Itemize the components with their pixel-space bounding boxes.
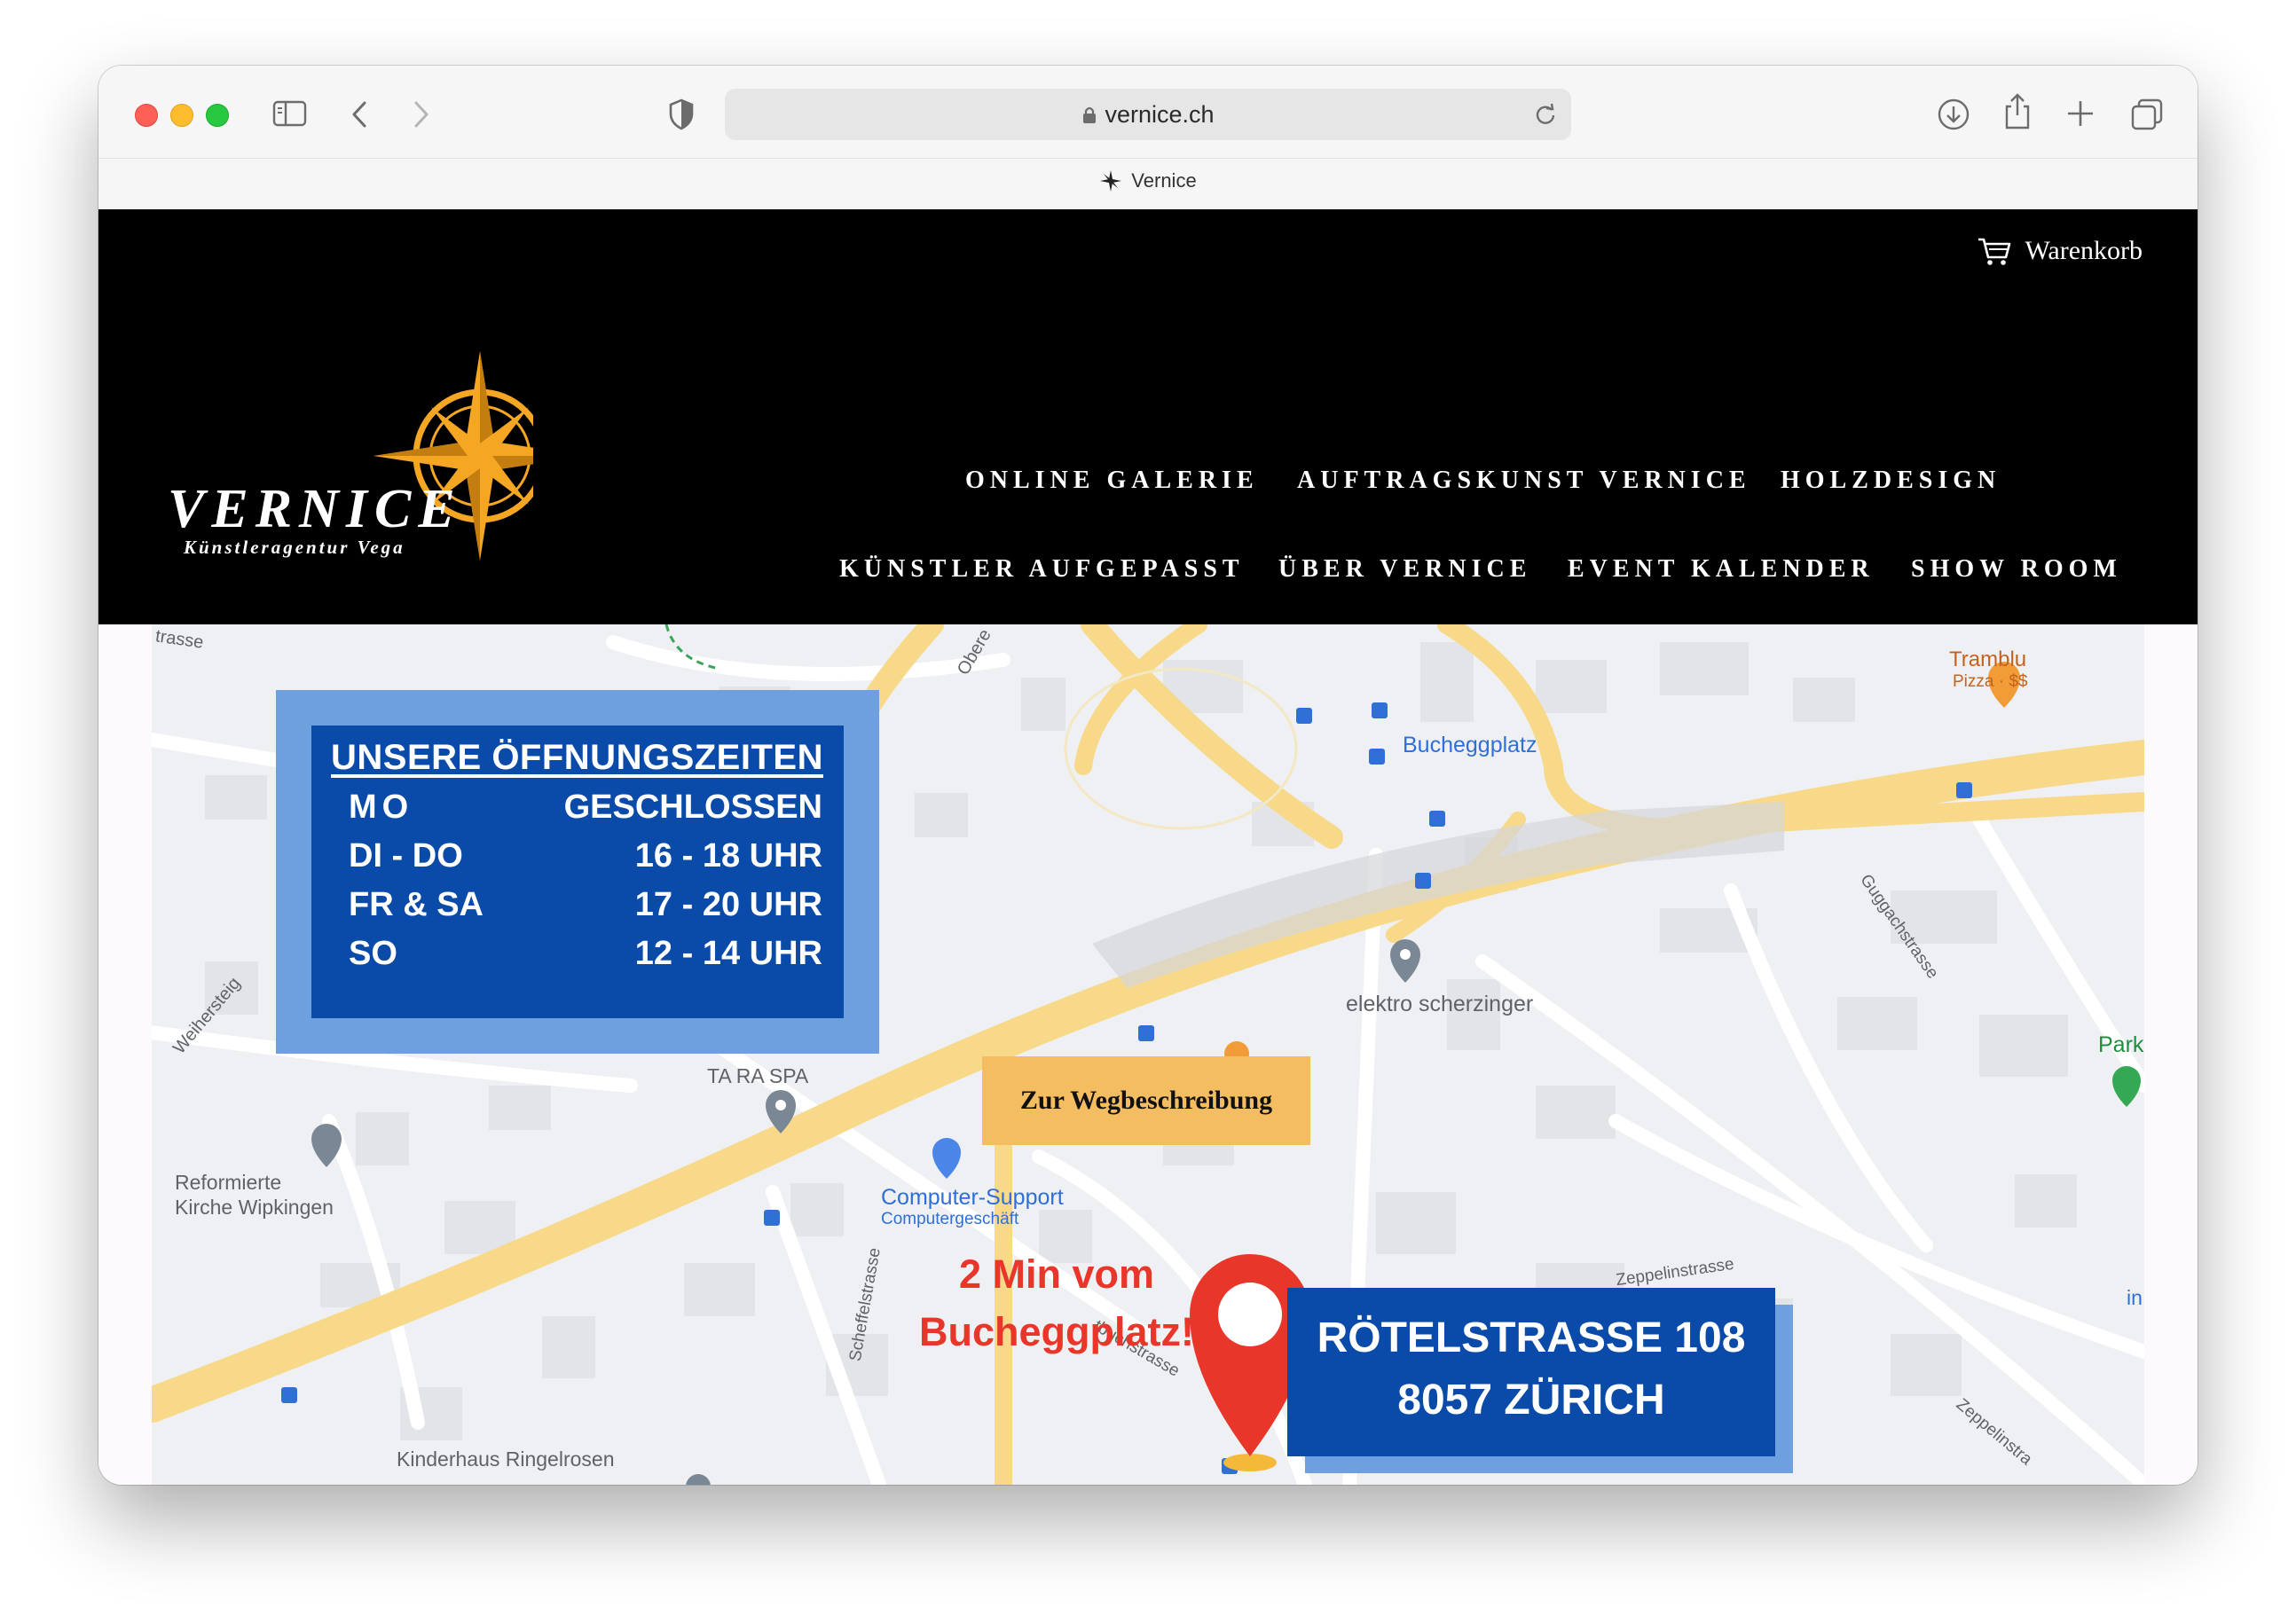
tab-overview-icon[interactable] — [2130, 98, 2164, 131]
cart-label: Warenkorb — [2025, 236, 2143, 265]
shopping-cart-icon — [1978, 238, 2011, 265]
zoom-window-button[interactable] — [206, 104, 229, 127]
nav-auftragskunst-vernice[interactable]: AUFTRAGSKUNST VERNICE — [1297, 467, 1751, 495]
hours-row: SO 12 - 14 UHR — [331, 935, 822, 973]
close-window-button[interactable] — [135, 104, 158, 127]
lock-icon — [1083, 106, 1097, 123]
page-content: trasse Obere Bucheggplatz Tramblu Pizza … — [98, 624, 2198, 1485]
site-favicon-icon — [1100, 170, 1122, 192]
hours-day: DI - DO — [349, 837, 463, 875]
hours-time: GESCHLOSSEN — [563, 788, 822, 826]
nav-ueber-vernice[interactable]: ÜBER VERNICE — [1278, 555, 1531, 584]
address-bar[interactable]: vernice.ch — [725, 89, 1571, 140]
site-header: Warenkorb VERNICE Künstleragentur Vega O… — [98, 209, 2198, 624]
nav-online-galerie[interactable]: ONLINE GALERIE — [965, 467, 1259, 495]
hours-day: FR & SA — [349, 886, 484, 923]
cart-link[interactable]: Warenkorb — [1977, 236, 2143, 266]
downloads-icon[interactable] — [1937, 98, 1970, 131]
hours-time: 17 - 20 UHR — [634, 886, 822, 923]
map-label-ta-ra-spa: TA RA SPA — [707, 1064, 809, 1087]
map-label-tramblu: Tramblu — [1949, 647, 2027, 671]
address-box: RÖTELSTRASSE 108 8057 ZÜRICH — [1287, 1288, 1775, 1456]
hours-time: 12 - 14 UHR — [634, 935, 822, 972]
address-url: vernice.ch — [725, 101, 1571, 129]
bucheggplatz-note: 2 Min vom Bucheggplatz! — [888, 1245, 1225, 1361]
opening-hours-panel: UNSERE ÖFFNUNGSZEITEN MO GESCHLOSSEN DI -… — [276, 690, 879, 1054]
nav-kuenstler-aufgepasst[interactable]: KÜNSTLER AUFGEPASST — [839, 555, 1245, 584]
map-label-computer-support: Computer-Support — [881, 1185, 1064, 1210]
address-city: 8057 ZÜRICH — [1397, 1377, 1665, 1424]
address-street: RÖTELSTRASSE 108 — [1317, 1314, 1746, 1361]
map-label-kirche-line2: Kirche Wipkingen — [175, 1196, 334, 1219]
forward-icon[interactable] — [411, 99, 432, 129]
map-label-kirche-line1: Reformierte — [175, 1171, 282, 1194]
logo-subtitle: Künstleragentur Vega — [183, 537, 405, 558]
map-label-bucheggplatz: Bucheggplatz — [1403, 733, 1537, 757]
hours-row: FR & SA 17 - 20 UHR — [331, 886, 822, 924]
new-tab-icon[interactable] — [2066, 99, 2095, 128]
back-icon[interactable] — [349, 99, 370, 129]
tab-title: Vernice — [1131, 169, 1197, 192]
opening-hours-title: UNSERE ÖFFNUNGSZEITEN — [331, 738, 823, 777]
hours-row: MO GESCHLOSSEN — [331, 788, 822, 827]
hours-time: 16 - 18 UHR — [634, 837, 822, 875]
note-line-1: 2 Min vom — [958, 1251, 1155, 1297]
url-text: vernice.ch — [1105, 101, 1215, 128]
sidebar-toggle-icon[interactable] — [272, 99, 308, 128]
hours-day: SO — [349, 935, 397, 972]
tab-active[interactable]: Vernice — [98, 169, 2198, 192]
map-label-park: Park — [2098, 1032, 2144, 1057]
note-line-2: Bucheggplatz! — [919, 1309, 1194, 1354]
browser-toolbar: vernice.ch Vernice — [98, 66, 2198, 209]
hours-row: DI - DO 16 - 18 UHR — [331, 837, 822, 875]
nav-holzdesign[interactable]: HOLZDESIGN — [1781, 467, 2001, 495]
hours-day: MO — [349, 788, 414, 826]
tab-bar: Vernice — [98, 158, 2198, 210]
map-label-kinderhaus-ringelrosen: Kinderhaus Ringelrosen — [397, 1447, 615, 1471]
browser-window: vernice.ch Vernice Warenkorb VERNICE Kün… — [98, 66, 2198, 1485]
map-label-pizza: Pizza · $$ — [1953, 672, 2028, 691]
logo-wordmark: VERNICE — [168, 479, 462, 539]
nav-show-room[interactable]: SHOW ROOM — [1911, 555, 2122, 584]
map-label-computergeschaeft: Computergeschäft — [881, 1210, 1019, 1228]
map-label-in: in — [2127, 1286, 2143, 1309]
location-map[interactable]: trasse Obere Bucheggplatz Tramblu Pizza … — [152, 624, 2144, 1485]
opening-hours-card: UNSERE ÖFFNUNGSZEITEN MO GESCHLOSSEN DI -… — [311, 726, 844, 1018]
map-label-elektro-scherzinger: elektro scherzinger — [1346, 992, 1534, 1016]
nav-event-kalender[interactable]: EVENT KALENDER — [1568, 555, 1875, 584]
reload-icon[interactable] — [1534, 103, 1557, 126]
privacy-shield-icon[interactable] — [668, 98, 695, 131]
share-icon[interactable] — [2002, 92, 2033, 131]
vernice-logo[interactable]: VERNICE Künstleragentur Vega — [161, 351, 533, 573]
minimize-window-button[interactable] — [170, 104, 193, 127]
directions-button[interactable]: Zur Wegbeschreibung — [982, 1056, 1310, 1145]
